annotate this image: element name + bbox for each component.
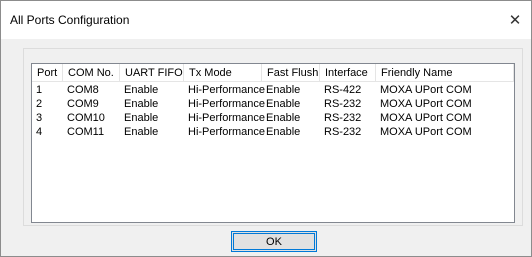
- column-header-port[interactable]: Port: [32, 64, 63, 82]
- cell-interface: RS-232: [324, 98, 362, 110]
- column-header-fast-flush[interactable]: Fast Flush: [262, 64, 320, 82]
- cell-friendly-name: MOXA UPort COM: [380, 112, 472, 124]
- cell-friendly-name: MOXA UPort COM: [380, 126, 472, 138]
- dialog-title: All Ports Configuration: [10, 13, 130, 27]
- dialog-window: All Ports Configuration ✕ Port COM No. U…: [0, 0, 532, 257]
- ok-button[interactable]: OK: [231, 231, 317, 252]
- table-row[interactable]: 3 COM10 Enable Hi-Performance Enable RS-…: [32, 111, 514, 125]
- column-header-friendly-name[interactable]: Friendly Name: [376, 64, 514, 82]
- cell-uart-fifo: Enable: [124, 84, 159, 96]
- cell-uart-fifo: Enable: [124, 126, 159, 138]
- cell-interface: RS-232: [324, 126, 362, 138]
- cell-com-no: COM8: [67, 84, 99, 96]
- cell-interface: RS-232: [324, 112, 362, 124]
- cell-tx-mode: Hi-Performance: [188, 126, 266, 138]
- cell-tx-mode: Hi-Performance: [188, 98, 266, 110]
- cell-port: 1: [36, 84, 43, 96]
- cell-com-no: COM11: [67, 126, 105, 138]
- column-header-tx-mode[interactable]: Tx Mode: [184, 64, 262, 82]
- table-row[interactable]: 1 COM8 Enable Hi-Performance Enable RS-4…: [32, 83, 514, 97]
- cell-port: 3: [36, 112, 43, 124]
- table-row[interactable]: 2 COM9 Enable Hi-Performance Enable RS-2…: [32, 97, 514, 111]
- cell-interface: RS-422: [324, 84, 362, 96]
- cell-tx-mode: Hi-Performance: [188, 84, 266, 96]
- table-row[interactable]: 4 COM11 Enable Hi-Performance Enable RS-…: [32, 125, 514, 139]
- close-icon[interactable]: ✕: [499, 1, 531, 39]
- cell-friendly-name: MOXA UPort COM: [380, 84, 472, 96]
- cell-fast-flush: Enable: [266, 98, 301, 110]
- ports-list[interactable]: Port COM No. UART FIFO Tx Mode Fast Flus…: [31, 63, 515, 223]
- list-header: Port COM No. UART FIFO Tx Mode Fast Flus…: [32, 64, 514, 83]
- title-bar: All Ports Configuration ✕: [1, 1, 531, 39]
- column-header-interface[interactable]: Interface: [320, 64, 376, 82]
- cell-fast-flush: Enable: [266, 112, 301, 124]
- column-header-uart-fifo[interactable]: UART FIFO: [120, 64, 184, 82]
- cell-fast-flush: Enable: [266, 126, 301, 138]
- cell-port: 2: [36, 98, 43, 110]
- cell-com-no: COM10: [67, 112, 105, 124]
- cell-port: 4: [36, 126, 43, 138]
- cell-tx-mode: Hi-Performance: [188, 112, 266, 124]
- cell-uart-fifo: Enable: [124, 112, 159, 124]
- cell-com-no: COM9: [67, 98, 99, 110]
- cell-friendly-name: MOXA UPort COM: [380, 98, 472, 110]
- cell-uart-fifo: Enable: [124, 98, 159, 110]
- cell-fast-flush: Enable: [266, 84, 301, 96]
- column-header-com-no[interactable]: COM No.: [63, 64, 120, 82]
